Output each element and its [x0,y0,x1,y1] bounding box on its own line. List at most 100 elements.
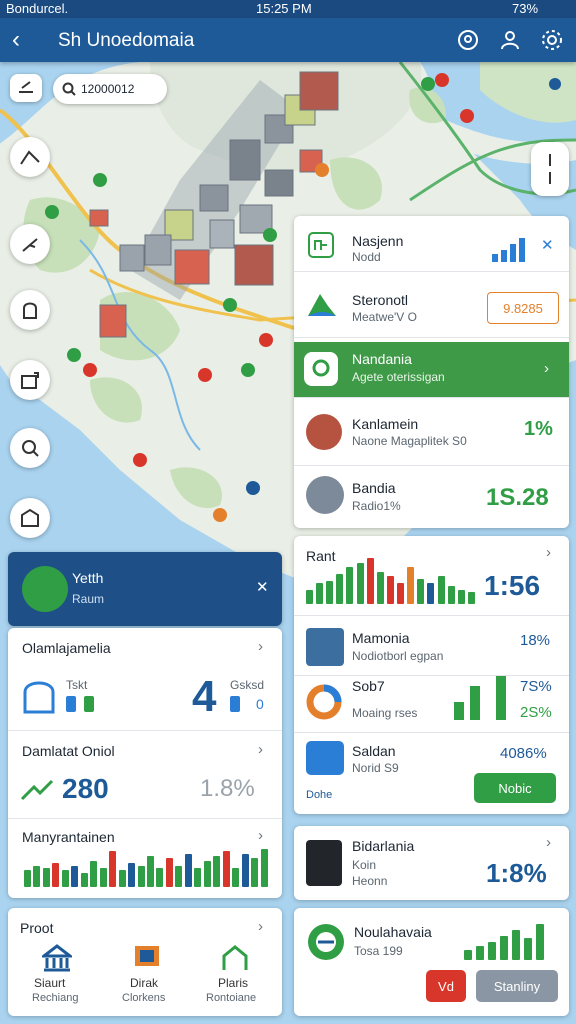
chart-bar [316,583,324,604]
mini-bar-chart [464,920,556,960]
building-button[interactable] [10,498,50,538]
chart-bar [24,870,31,887]
item-title: Noulahavaia [354,924,432,940]
item-sub: Tosa 199 [354,944,403,958]
frame-icon [21,372,39,389]
bank-icon [42,944,72,972]
stat-value2: 0 [256,696,264,712]
avatar [306,628,344,666]
chevron-right-icon: › [546,544,551,561]
bar-mark [470,686,480,720]
item-title: Bandia [352,480,396,496]
chart-bar [397,583,405,604]
signal-bars-icon [492,238,525,262]
list-item[interactable]: Dohe Saldan Norid S9 4086% Nobic [294,732,569,814]
chart-bar [407,567,415,604]
close-icon[interactable]: ✕ [256,578,269,596]
item-sub: Koin [352,858,377,872]
layers-toggle-button[interactable] [10,74,42,102]
search-location-button[interactable] [10,428,50,468]
action-bank[interactable]: Siaurt Rechiang [22,944,92,1010]
location-pin-icon[interactable] [456,28,480,52]
chart-bar [437,576,445,604]
item-value: 1:8% [486,858,547,888]
red-action-button[interactable]: Vd [426,970,466,1002]
action-label: Dirak [130,976,159,990]
route-button[interactable] [10,137,50,177]
chart-bar [213,856,221,887]
chevron-right-icon: › [546,834,551,851]
stat-title: Damlatat Oniol [22,743,115,759]
chart-bar [147,856,154,887]
compass-button[interactable] [531,142,569,196]
profile-card[interactable]: Yetth Raum ✕ [8,552,282,626]
person-icon[interactable] [498,28,522,52]
list-item[interactable]: Sob7 Moaing rses 7S% 2S% [294,676,569,730]
chart-bar [260,849,268,887]
chart-bar [336,574,344,604]
list-item[interactable]: Mamonia Nodiotborl egpan 18% [294,616,569,676]
action-home[interactable]: Plaris Rontoiane [200,944,270,1010]
list-item[interactable]: Bandia Radio1% 1S.28 [294,466,569,528]
item-value: 1S.28 [486,484,549,511]
carrier-label: Bondurcel. [6,1,69,16]
price-badge: 9.8285 [487,292,559,324]
action-button[interactable]: Nobic [474,773,556,803]
bar-mark [496,676,506,720]
close-icon[interactable]: ✕ [541,236,554,254]
stat-row[interactable]: Manyrantainen › [8,819,282,898]
frame-button[interactable] [10,360,50,400]
bidarlania-card[interactable]: Bidarlania Koin Heonn › 1:8% [294,826,569,900]
noulahavaia-card[interactable]: Noulahavaia Tosa 199 Vd Stanliny [294,908,569,1016]
monitor-icon [135,946,159,966]
list-item[interactable]: Kanlamein Naone Magaplitek S0 1% [294,402,569,466]
quick-actions-card: Proot › Siaurt Rechiang Dirak Clorkens P… [8,908,282,1016]
chart-bar [427,583,435,604]
hiking-button[interactable] [10,224,50,264]
list-item-selected[interactable]: Nandania Agete oterissigan › [294,342,569,398]
places-panel: Nasjenn Nodd ✕ Steronotl Meatwe'V O 9.82… [294,216,569,528]
bar-mark [66,696,76,712]
chart-bar [232,868,240,887]
chart-bar [90,861,98,887]
action-monitor[interactable]: Dirak Clorkens [112,944,182,1010]
stat-row[interactable]: Olamlajamelia › Tskt 4 Gsksd 0 [8,628,282,731]
mini-bar-chart [24,849,270,887]
time-label: 15:25 PM [256,1,312,16]
chart-bar [241,854,249,887]
stat-row[interactable]: Damlatat Oniol › 280 1.8% [8,731,282,819]
button-label: Nobic [498,781,532,796]
search-input[interactable]: 12000012 [53,74,167,104]
item-sub: Nodiotborl egpan [352,649,444,663]
list-item[interactable]: Nasjenn Nodd ✕ [294,216,569,272]
search-location-icon [22,440,39,457]
bar-mark [84,696,94,712]
search-value: 12000012 [81,82,135,96]
trend-icon [20,779,54,801]
rant-row[interactable]: Rant › 1:56 [294,536,569,616]
chart-bar [326,581,334,604]
card-title: Proot [20,920,54,936]
grey-action-button[interactable]: Stanliny [476,970,558,1002]
hiking-icon [22,238,38,252]
layers-icon [19,81,33,93]
chart-bar [52,863,60,887]
marker-button[interactable] [10,290,50,330]
item-title: Nasjenn [352,233,404,249]
settings-icon[interactable] [540,28,564,52]
chart-bar [386,576,394,604]
item-title: Sob7 [352,678,385,694]
chart-bar [447,586,455,604]
donut-chart-icon [306,684,342,720]
action-label2: Rechiang [32,992,79,1004]
chart-bar [137,866,145,887]
profile-name: Yetth [72,570,104,586]
item-value: 1% [524,418,553,440]
item-sub: Nodd [352,250,381,264]
button-label: Vd [438,979,454,994]
item-sub: Naone Magaplitek S0 [352,434,467,448]
back-arrow-icon[interactable]: ‹ [12,26,20,54]
list-item[interactable]: Steronotl Meatwe'V O 9.8285 [294,272,569,338]
battery-label: 73% [512,1,539,16]
chart-bar [156,868,164,887]
